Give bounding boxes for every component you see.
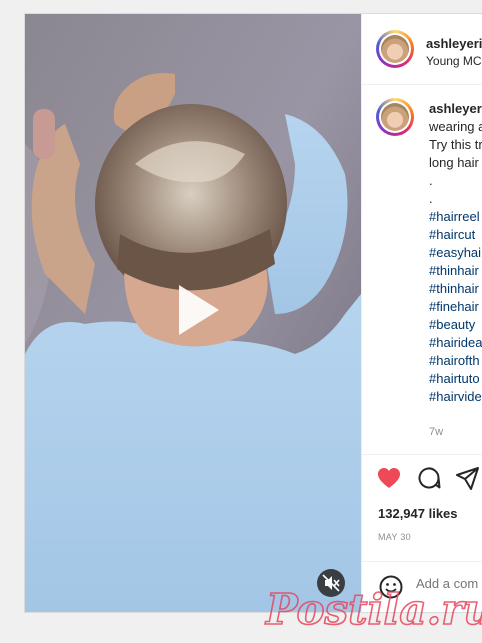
caption-line: wearing a bbox=[429, 119, 482, 134]
caption-line: . bbox=[429, 173, 433, 188]
play-icon[interactable] bbox=[161, 277, 227, 343]
caption: ashleyeri wearing a Try this tr long hai… bbox=[429, 100, 482, 406]
instagram-post: ashleyeri Young MC ashleyeri wearing a T… bbox=[24, 13, 482, 613]
hashtag-link[interactable]: #hairofth bbox=[429, 352, 482, 370]
heart-icon[interactable] bbox=[376, 465, 402, 491]
like-count[interactable]: 132,947 likes bbox=[378, 506, 458, 521]
hashtag-link[interactable]: #finehair bbox=[429, 298, 482, 316]
post-header: ashleyeri Young MC bbox=[362, 14, 482, 85]
video-player[interactable] bbox=[25, 14, 361, 612]
watermark-logo: Postila.ru bbox=[264, 584, 482, 635]
paper-plane-icon[interactable] bbox=[455, 465, 481, 491]
hashtag-link[interactable]: #thinhair bbox=[429, 262, 482, 280]
post-date: MAY 30 bbox=[378, 532, 411, 542]
hashtag-link[interactable]: #hairvide bbox=[429, 388, 482, 406]
caption-line: Try this tr bbox=[429, 137, 482, 152]
hashtag-link[interactable]: #hairreel bbox=[429, 208, 482, 226]
hashtag-link[interactable]: #haircut bbox=[429, 226, 482, 244]
caption-avatar[interactable] bbox=[376, 98, 414, 136]
hashtag-link[interactable]: #hairtuto bbox=[429, 370, 482, 388]
hashtag-link[interactable]: #beauty bbox=[429, 316, 482, 334]
author-username[interactable]: ashleyeri bbox=[426, 36, 482, 51]
postila-watermark: Postila.ru bbox=[262, 580, 482, 636]
hashtag-link[interactable]: #thinhair bbox=[429, 280, 482, 298]
comment-bubble-icon[interactable] bbox=[416, 465, 442, 491]
hashtag-link[interactable]: #hairidea bbox=[429, 334, 482, 352]
post-side-panel: ashleyeri Young MC ashleyeri wearing a T… bbox=[361, 14, 482, 612]
post-age[interactable]: 7w bbox=[429, 426, 443, 438]
author-avatar[interactable] bbox=[376, 30, 414, 68]
caption-username[interactable]: ashleyeri bbox=[429, 100, 482, 118]
action-bar bbox=[362, 454, 482, 490]
watermark-text: Postila.ru bbox=[265, 585, 482, 634]
caption-line: long hair bbox=[429, 155, 479, 170]
audio-track[interactable]: Young MC bbox=[426, 54, 482, 68]
hashtag-link[interactable]: #easyhai bbox=[429, 244, 482, 262]
caption-line: . bbox=[429, 191, 433, 206]
